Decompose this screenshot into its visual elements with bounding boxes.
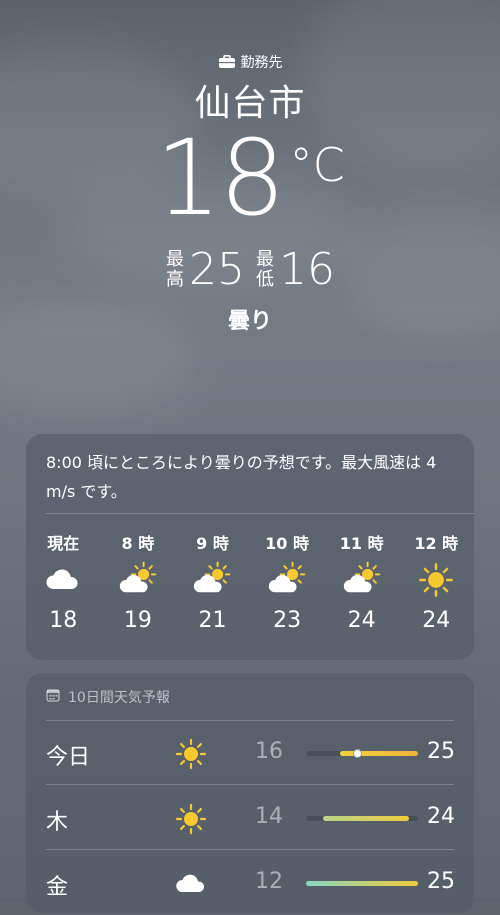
hour-time: 12 時 <box>414 534 459 553</box>
temperature-unit: °C <box>289 138 345 192</box>
day-label: 今日 <box>46 745 91 770</box>
divider <box>46 513 474 514</box>
hour-temperature: 24 <box>347 608 376 633</box>
partly-sunny-icon <box>193 558 231 602</box>
ten-day-header-label: 10日間天気予報 <box>68 690 170 706</box>
current-temp-marker <box>353 749 363 758</box>
high-low: 最高 25 最低 16 <box>0 248 500 292</box>
hour-time: 11 時 <box>339 534 384 553</box>
hourly-item: 10 時 23 <box>250 530 325 633</box>
condition-text: 曇り <box>227 309 272 334</box>
cloud-icon <box>44 558 82 602</box>
calendar-icon <box>46 688 60 706</box>
hourly-forecast-card[interactable]: 8:00 頃にところにより曇りの予想です。最大風速は 4 m/s です。 現在 1… <box>26 434 474 660</box>
hourly-item: 9 時 21 <box>175 530 250 633</box>
day-high: 24 <box>427 804 455 829</box>
temperature-value: 18 <box>155 117 285 239</box>
hour-time: 9 時 <box>196 534 229 553</box>
sun-icon <box>174 802 208 840</box>
sun-icon <box>417 558 455 602</box>
partly-sunny-icon <box>119 558 157 602</box>
hourly-item: 8 時 19 <box>101 530 176 633</box>
day-label: 金 <box>46 875 69 900</box>
daily-row[interactable]: 金 12 25 <box>46 851 455 915</box>
briefcase-icon <box>218 55 236 69</box>
daily-row[interactable]: 今日 16 25 <box>46 721 455 785</box>
temperature-range-fill <box>323 816 410 821</box>
high-value: 25 <box>189 244 245 295</box>
divider <box>46 784 454 785</box>
temperature-range-fill <box>306 881 418 886</box>
day-high: 25 <box>427 739 455 764</box>
day-low: 16 <box>255 739 283 764</box>
current-temperature: 18 °C <box>0 126 500 230</box>
cloud-icon <box>174 867 208 905</box>
location-tag-label: 勤務先 <box>240 55 283 71</box>
high-label: 最高 <box>166 249 184 290</box>
partly-sunny-icon <box>343 558 381 602</box>
day-high: 25 <box>427 869 455 894</box>
hour-temperature: 18 <box>49 608 78 633</box>
temperature-range-bar <box>306 816 418 821</box>
partly-sunny-icon <box>268 558 306 602</box>
day-low: 12 <box>255 869 283 894</box>
hour-temperature: 24 <box>422 608 451 633</box>
sun-icon <box>174 737 208 775</box>
low-value: 16 <box>279 244 335 295</box>
temperature-range-bar <box>306 881 418 886</box>
hour-temperature: 21 <box>198 608 227 633</box>
divider <box>46 849 454 850</box>
hourly-item: 12 時 24 <box>399 530 474 633</box>
hourly-item: 11 時 24 <box>324 530 399 633</box>
hourly-list: 現在 18 8 時 19 9 時 21 10 時 23 11 時 24 12 時 24 <box>26 530 474 633</box>
hour-time: 8 時 <box>121 534 155 553</box>
forecast-summary: 8:00 頃にところにより曇りの予想です。最大風速は 4 m/s です。 <box>46 453 437 501</box>
day-low: 14 <box>255 804 283 829</box>
daily-row[interactable]: 木 14 24 <box>46 786 455 850</box>
ten-day-header: 10日間天気予報 <box>46 687 170 707</box>
hour-time: 10 時 <box>265 534 309 553</box>
location-tag: 勤務先 <box>0 52 500 72</box>
low-label: 最低 <box>256 249 274 290</box>
hour-temperature: 23 <box>273 608 302 633</box>
hourly-item: 現在 18 <box>26 530 101 633</box>
temperature-range-fill <box>340 751 418 756</box>
ten-day-forecast-card[interactable]: 10日間天気予報 今日 16 25 木 14 24 金 12 25 <box>26 673 474 913</box>
hour-time: 現在 <box>47 534 80 553</box>
temperature-range-bar <box>306 749 418 758</box>
day-label: 木 <box>46 810 69 835</box>
hour-temperature: 19 <box>123 608 152 633</box>
